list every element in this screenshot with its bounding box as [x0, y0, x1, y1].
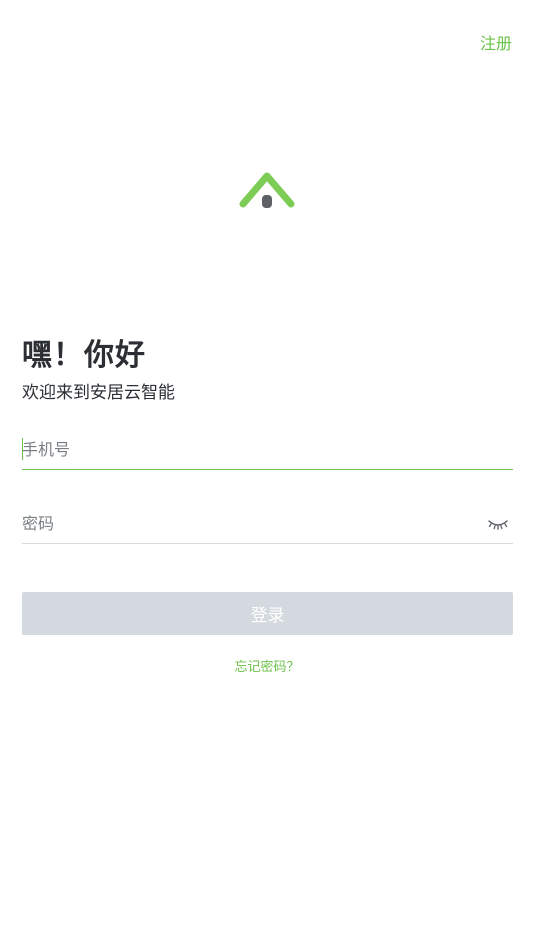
phone-input[interactable] [22, 430, 513, 468]
welcome-subtitle: 欢迎来到安居云智能 [22, 383, 175, 403]
text-cursor [22, 438, 23, 460]
register-link[interactable]: 注册 [480, 30, 512, 54]
login-button[interactable]: 登录 [22, 592, 513, 635]
house-roof-logo-icon [239, 172, 295, 208]
password-input[interactable] [22, 504, 513, 542]
eye-closed-icon[interactable] [487, 516, 509, 532]
greeting-title: 嘿！你好 [22, 338, 146, 373]
password-field[interactable] [22, 504, 513, 544]
phone-field[interactable] [22, 430, 513, 470]
forgot-password-link[interactable]: 忘记密码？ [0, 656, 534, 675]
